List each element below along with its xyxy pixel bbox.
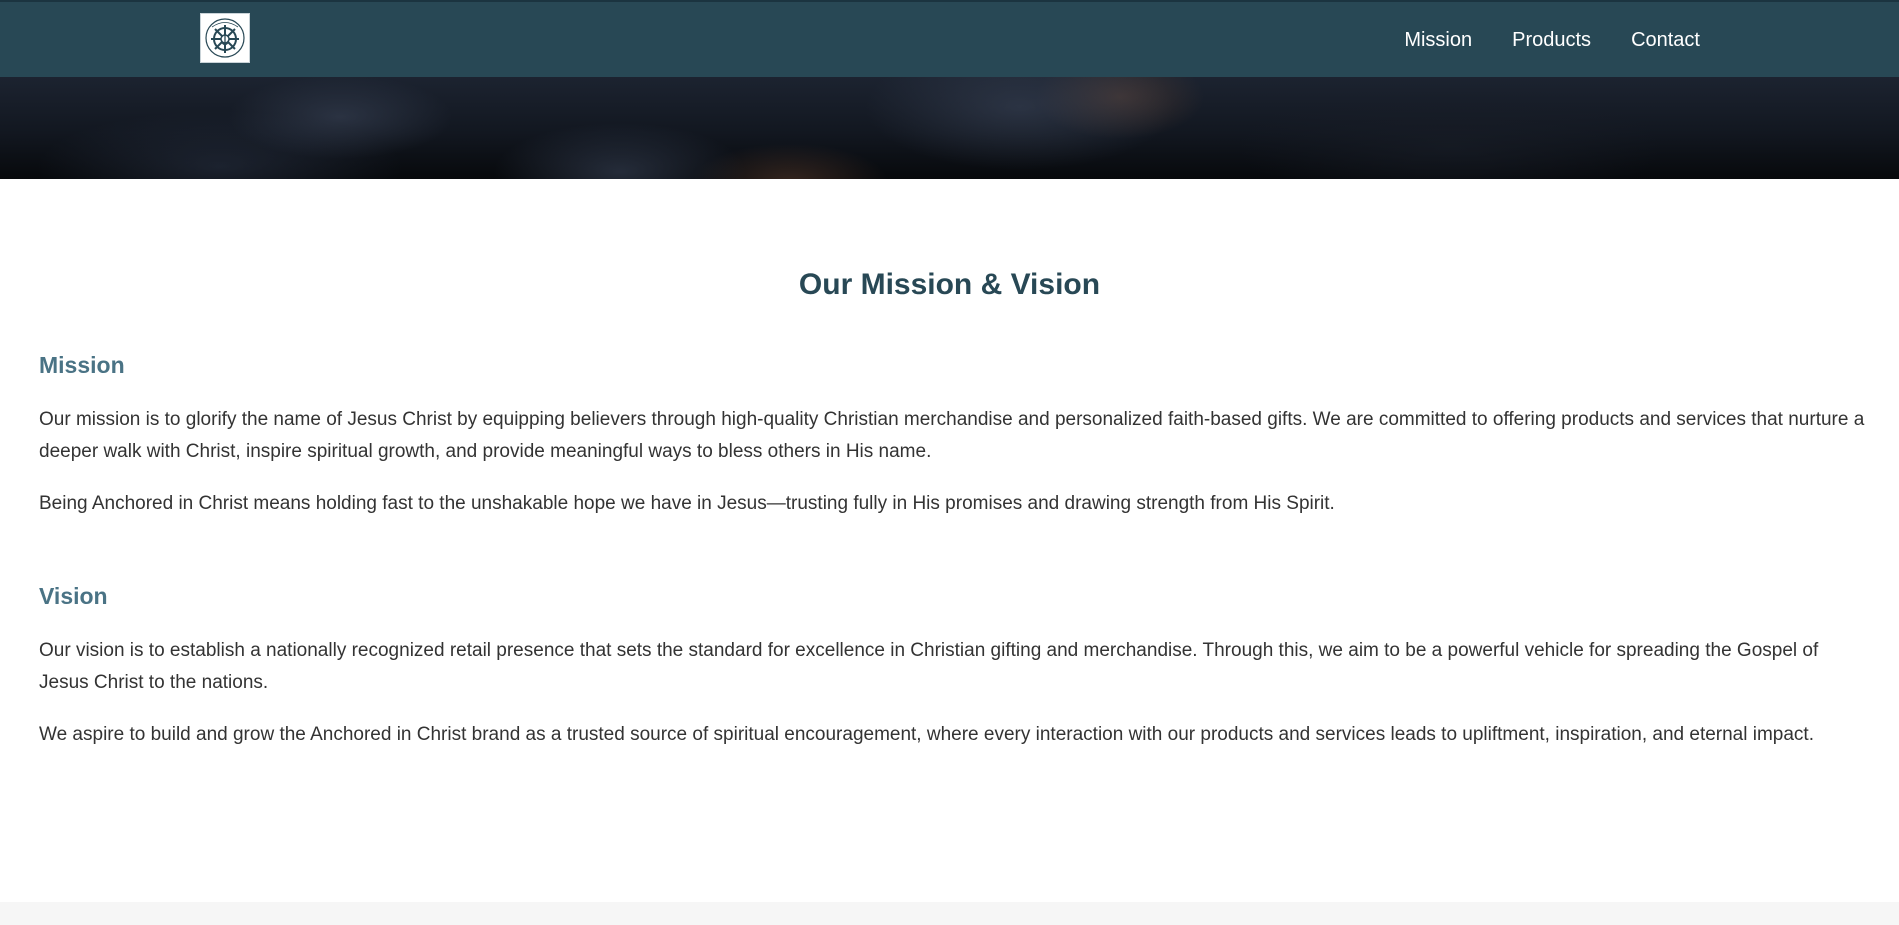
vision-paragraph-1: Our vision is to establish a nationally … [39, 640, 1819, 693]
vision-heading: Vision [39, 583, 108, 609]
nav-link-mission[interactable]: Mission [1404, 29, 1472, 52]
main-nav: Mission Products Contact [1404, 2, 1700, 79]
hero-image [0, 77, 1899, 179]
ship-wheel-anchor-icon [205, 18, 245, 58]
page-title: Our Mission & Vision [798, 268, 1101, 301]
mission-paragraph-2: Being Anchored in Christ means holding f… [39, 493, 1335, 514]
mission-heading: Mission [39, 352, 125, 378]
logo[interactable] [200, 13, 250, 63]
site-header: Mission Products Contact [0, 0, 1899, 77]
vision-paragraph-2: We aspire to build and grow the Anchored… [39, 724, 1814, 745]
nav-link-products[interactable]: Products [1512, 29, 1591, 52]
footer [0, 902, 1899, 925]
nav-link-contact[interactable]: Contact [1631, 29, 1700, 52]
mission-paragraph-1: Our mission is to glorify the name of Je… [39, 409, 1865, 462]
page: Mission Products Contact Our Mission & V… [0, 0, 1899, 925]
